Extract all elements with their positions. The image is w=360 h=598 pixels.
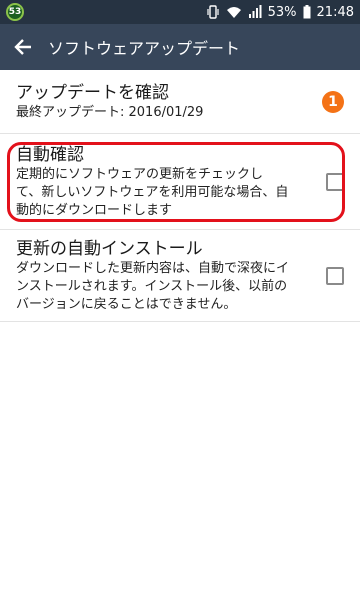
auto-check-item[interactable]: 自動確認 定期的にソフトウェアの更新をチェックし て、新しいソフトウェアを利用可… [0,134,360,230]
status-bar: 53 53% 21:48 [0,0,360,24]
auto-install-title: 更新の自動インストール [16,238,203,259]
auto-check-checkbox[interactable] [326,172,344,191]
notification-count-icon: 53 [6,3,24,21]
vibrate-icon [206,5,220,19]
auto-check-description-line: 動的にダウンロードします [16,202,173,218]
auto-install-item[interactable]: 更新の自動インストール ダウンロードした更新内容は、自動で深夜にイ ンストールさ… [0,230,360,322]
clock: 21:48 [316,4,354,20]
battery-icon [303,5,311,19]
auto-check-title: 自動確認 [16,144,84,165]
auto-install-description-line: ンストールされます。インストール後、以前の [16,278,288,294]
app-bar: ソフトウェアアップデート [0,24,360,70]
signal-icon [248,5,262,19]
wifi-icon [226,5,242,19]
back-button[interactable] [0,24,46,70]
auto-install-description-line: バージョンに戻ることはできません。 [16,296,237,312]
check-update-item[interactable]: アップデートを確認 最終アップデート: 2016/01/29 1 [0,70,360,134]
battery-percent: 53% [267,4,297,20]
check-update-title: アップデートを確認 [16,82,169,103]
last-update-text: 最終アップデート: 2016/01/29 [16,104,204,120]
auto-install-description-line: ダウンロードした更新内容は、自動で深夜にイ [16,260,290,276]
auto-check-description-line: て、新しいソフトウェアを利用可能な場合、自 [16,184,289,200]
auto-check-description-line: 定期的にソフトウェアの更新をチェックし [16,166,264,182]
arrow-left-icon [14,39,31,55]
auto-install-checkbox[interactable] [326,266,344,285]
page-title: ソフトウェアアップデート [48,39,241,58]
update-count-badge: 1 [322,90,344,113]
